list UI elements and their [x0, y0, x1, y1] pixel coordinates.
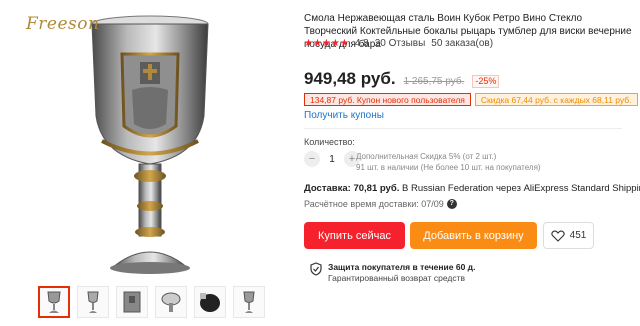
thumbnail-5[interactable] — [194, 286, 226, 318]
current-price: 949,48 руб. — [304, 69, 396, 88]
main-product-image[interactable] — [22, 6, 282, 278]
bulk-discount-note: Дополнительная Скидка 5% (от 2 шт.) — [356, 152, 497, 161]
star-rating-icon: ★★★★★ — [304, 38, 349, 49]
thumbnail-2[interactable] — [77, 286, 109, 318]
stock-note: 91 шт. в наличии (Не более 10 шт. на пок… — [356, 163, 541, 172]
buy-now-button[interactable]: Купить сейчас — [304, 222, 405, 249]
brand-watermark: Freeson — [26, 14, 100, 34]
orders-count: 50 заказа(ов) — [431, 38, 494, 49]
delivery-estimate-text: Расчётное время доставки: 07/09 — [304, 199, 444, 209]
protection-title: Защита покупателя в течение 60 д. — [328, 262, 476, 272]
quantity-stepper: − 1 + — [304, 151, 360, 167]
discount-badge: -25% — [472, 75, 500, 88]
price-row: 949,48 руб. 1 265,75 руб. -25% — [304, 69, 500, 89]
delivery-estimate: Расчётное время доставки: 07/09 ? — [304, 199, 457, 209]
thumbnail-3[interactable] — [116, 286, 148, 318]
old-price: 1 265,75 руб. — [403, 76, 465, 87]
coupons-row: 134,87 руб. Купон нового пользователя Ск… — [304, 93, 638, 106]
knight-closeup-icon — [123, 291, 141, 313]
rating-row: ★★★★★ 4.8 20 Отзывы 50 заказа(ов) — [304, 38, 493, 49]
store-coupon[interactable]: Скидка 67,44 руб. с каждых 68,11 руб. — [474, 93, 638, 106]
thumbnail-4[interactable] — [155, 286, 187, 318]
goblet-thumb-icon — [87, 291, 99, 313]
wishlist-button[interactable]: 451 — [543, 222, 594, 249]
thumbnail-1[interactable] — [38, 286, 70, 318]
product-gallery: Freeson — [0, 0, 296, 326]
goblet-thumb-icon — [243, 291, 255, 313]
get-coupons-link[interactable]: Получить купоны — [304, 110, 384, 121]
quantity-input[interactable]: 1 — [320, 154, 344, 165]
shipping-info: Доставка: 70,81 руб. В Russian Federatio… — [304, 183, 640, 194]
goblet-base-icon — [200, 293, 220, 312]
goblet-image — [91, 15, 209, 274]
rating-value: 4.8 — [354, 38, 369, 49]
divider — [304, 128, 622, 129]
wishlist-count: 451 — [569, 230, 587, 241]
thumbnail-6[interactable] — [233, 286, 265, 318]
shield-check-icon — [310, 262, 322, 276]
new-user-coupon[interactable]: 134,87 руб. Купон нового пользователя — [304, 93, 471, 106]
quantity-label: Количество: — [304, 137, 355, 147]
help-icon[interactable]: ? — [446, 199, 457, 209]
shipping-details: В Russian Federation через AliExpress St… — [401, 183, 640, 194]
goblet-top-icon — [161, 292, 181, 312]
buyer-protection: Защита покупателя в течение 60 д. Гарант… — [310, 262, 475, 284]
thumbnail-strip — [38, 286, 265, 318]
quantity-minus-button[interactable]: − — [304, 151, 320, 167]
heart-icon — [550, 230, 565, 242]
goblet-thumb-icon — [47, 291, 61, 313]
protection-subtitle: Гарантированный возврат средств — [328, 273, 465, 283]
quantity-notes: Дополнительная Скидка 5% (от 2 шт.) 91 ш… — [356, 151, 541, 173]
reviews-link[interactable]: 20 Отзывы — [375, 38, 426, 49]
shipping-cost: Доставка: 70,81 руб. — [304, 183, 400, 194]
add-to-cart-button[interactable]: Добавить в корзину — [410, 222, 537, 249]
